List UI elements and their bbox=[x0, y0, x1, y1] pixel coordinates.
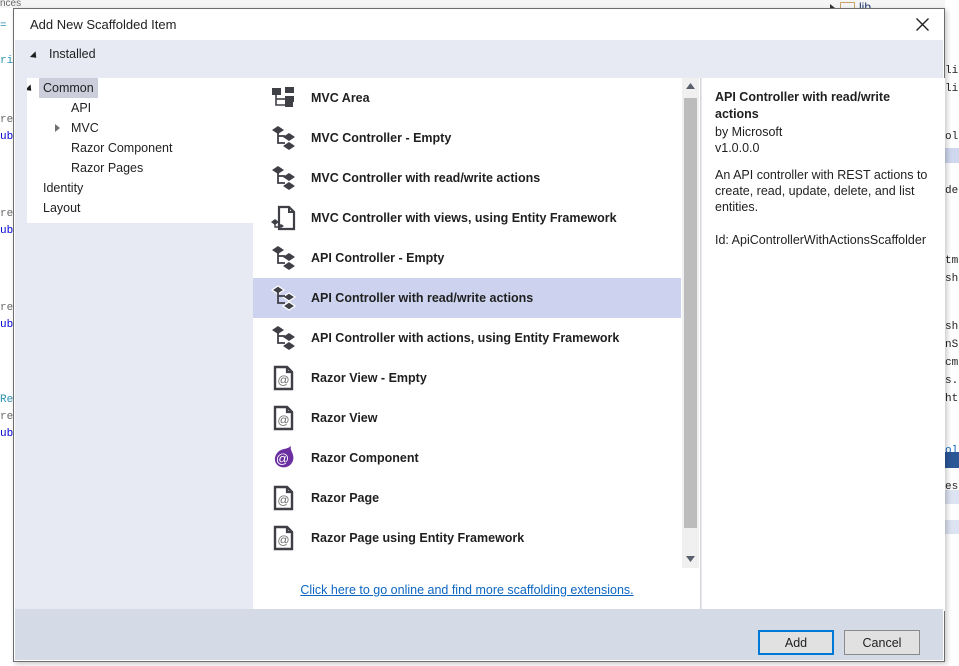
chevron-expanded-icon bbox=[30, 51, 39, 60]
dialog-title: Add New Scaffolded Item bbox=[30, 17, 176, 32]
area-tree-icon bbox=[267, 83, 301, 113]
scaffold-detail-panel: API Controller with read/write actions b… bbox=[702, 78, 945, 611]
svg-text:@: @ bbox=[277, 533, 289, 547]
controller-icon bbox=[267, 323, 301, 353]
background-code-left: = ri re ub re ub re ub Re re ub bbox=[0, 0, 14, 666]
background-top-strip bbox=[0, 0, 959, 8]
detail-description: An API controller with REST actions to c… bbox=[715, 167, 933, 215]
dialog-footer: Add Cancel bbox=[15, 609, 943, 660]
background-highlight-row bbox=[945, 148, 959, 163]
list-item[interactable]: MVC Controller with views, using Entity … bbox=[253, 198, 681, 238]
tree-item-identity[interactable]: Identity bbox=[27, 178, 261, 198]
tree-item-common[interactable]: Common bbox=[27, 78, 261, 98]
list-item[interactable]: @ Razor View bbox=[253, 398, 681, 438]
cancel-button[interactable]: Cancel bbox=[844, 630, 920, 655]
detail-version: v1.0.0.0 bbox=[715, 140, 933, 156]
list-scrollbar[interactable] bbox=[682, 78, 699, 568]
close-icon[interactable] bbox=[900, 9, 944, 40]
screen-root: nces lib = ri re ub re ub re ub Re re ub… bbox=[0, 0, 959, 666]
scroll-down-arrow-icon[interactable] bbox=[682, 551, 699, 568]
scrollbar-thumb[interactable] bbox=[684, 98, 697, 528]
add-scaffolded-item-dialog: Add New Scaffolded Item Installed Common bbox=[13, 8, 945, 662]
installed-label: Installed bbox=[49, 47, 96, 61]
svg-text:@: @ bbox=[276, 451, 289, 466]
tree-item-label: Identity bbox=[39, 178, 87, 198]
tree-item-api[interactable]: API bbox=[27, 98, 261, 118]
svg-text:@: @ bbox=[277, 493, 289, 507]
list-item-label: Razor Page bbox=[311, 491, 379, 505]
blazor-icon: @ bbox=[267, 443, 301, 473]
detail-author: by Microsoft bbox=[715, 124, 933, 140]
list-item-label: MVC Area bbox=[311, 91, 370, 105]
background-code-right: lic lic olle de tm sht sh nS cm s.c ht o… bbox=[945, 0, 959, 666]
list-item[interactable]: @ Razor Page using Entity Framework bbox=[253, 518, 681, 558]
tree-item-label: Common bbox=[39, 78, 98, 98]
svg-text:@: @ bbox=[277, 413, 289, 427]
detail-title: API Controller with read/write actions bbox=[715, 89, 933, 123]
controller-icon bbox=[267, 123, 301, 153]
controller-icon bbox=[267, 243, 301, 273]
list-item-label: Razor Page using Entity Framework bbox=[311, 531, 524, 545]
list-item[interactable]: MVC Area bbox=[253, 78, 681, 118]
scaffold-list-panel: MVC Area MVC Controller bbox=[253, 78, 701, 611]
scroll-up-arrow-icon[interactable] bbox=[682, 78, 699, 95]
list-item[interactable]: @ Razor Component bbox=[253, 438, 681, 478]
tree-item-layout[interactable]: Layout bbox=[27, 198, 261, 218]
tree-item-razor-pages[interactable]: Razor Pages bbox=[27, 158, 261, 178]
list-item-selected[interactable]: API Controller with read/write actions bbox=[253, 278, 681, 318]
list-item-label: Razor Component bbox=[311, 451, 419, 465]
list-item[interactable]: API Controller with actions, using Entit… bbox=[253, 318, 681, 358]
razor-page-icon: @ bbox=[267, 363, 301, 393]
svg-text:@: @ bbox=[277, 373, 289, 387]
list-item[interactable]: @ Razor View - Empty bbox=[253, 358, 681, 398]
list-item-label: Razor View - Empty bbox=[311, 371, 427, 385]
list-item[interactable]: API Controller - Empty bbox=[253, 238, 681, 278]
razor-page-icon: @ bbox=[267, 403, 301, 433]
list-item-label: API Controller with read/write actions bbox=[311, 291, 533, 305]
list-item-label: Razor View bbox=[311, 411, 377, 425]
razor-page-icon: @ bbox=[267, 483, 301, 513]
category-tree: Common API MVC Razor Component Razor Pag… bbox=[27, 78, 261, 223]
list-item[interactable]: MVC Controller with read/write actions bbox=[253, 158, 681, 198]
dialog-body: Common API MVC Razor Component Razor Pag… bbox=[15, 69, 943, 610]
tree-item-label: MVC bbox=[67, 118, 103, 138]
dialog-titlebar: Add New Scaffolded Item bbox=[14, 9, 944, 40]
add-button[interactable]: Add bbox=[758, 630, 834, 655]
chevron-expanded-icon bbox=[27, 84, 34, 93]
background-hover-row bbox=[945, 490, 959, 504]
list-item-label: API Controller with actions, using Entit… bbox=[311, 331, 619, 345]
list-item-label: MVC Controller with read/write actions bbox=[311, 171, 540, 185]
background-hover-row bbox=[945, 520, 959, 534]
controller-icon bbox=[267, 283, 301, 313]
list-item-label: MVC Controller with views, using Entity … bbox=[311, 211, 617, 225]
installed-section-header[interactable]: Installed bbox=[15, 40, 943, 69]
controller-icon bbox=[267, 163, 301, 193]
scaffold-list: MVC Area MVC Controller bbox=[253, 78, 681, 568]
list-item[interactable]: @ Razor Page bbox=[253, 478, 681, 518]
chevron-collapsed-icon bbox=[55, 124, 60, 132]
list-item[interactable]: MVC Controller - Empty bbox=[253, 118, 681, 158]
detail-id: Id: ApiControllerWithActionsScaffolder bbox=[715, 232, 933, 248]
tree-item-label: Layout bbox=[39, 198, 85, 218]
tree-item-mvc[interactable]: MVC bbox=[27, 118, 261, 138]
extensions-link-area: Click here to go online and find more sc… bbox=[253, 570, 681, 610]
tree-item-label: Razor Component bbox=[67, 138, 176, 158]
tree-item-label: Razor Pages bbox=[67, 158, 147, 178]
tree-item-razor-component[interactable]: Razor Component bbox=[27, 138, 261, 158]
background-selected-row bbox=[945, 452, 959, 468]
controller-page-icon bbox=[267, 203, 301, 233]
online-extensions-link[interactable]: Click here to go online and find more sc… bbox=[300, 583, 633, 597]
tree-item-label: API bbox=[67, 98, 95, 118]
list-item-label: MVC Controller - Empty bbox=[311, 131, 451, 145]
razor-page-icon: @ bbox=[267, 523, 301, 553]
list-item-label: API Controller - Empty bbox=[311, 251, 444, 265]
